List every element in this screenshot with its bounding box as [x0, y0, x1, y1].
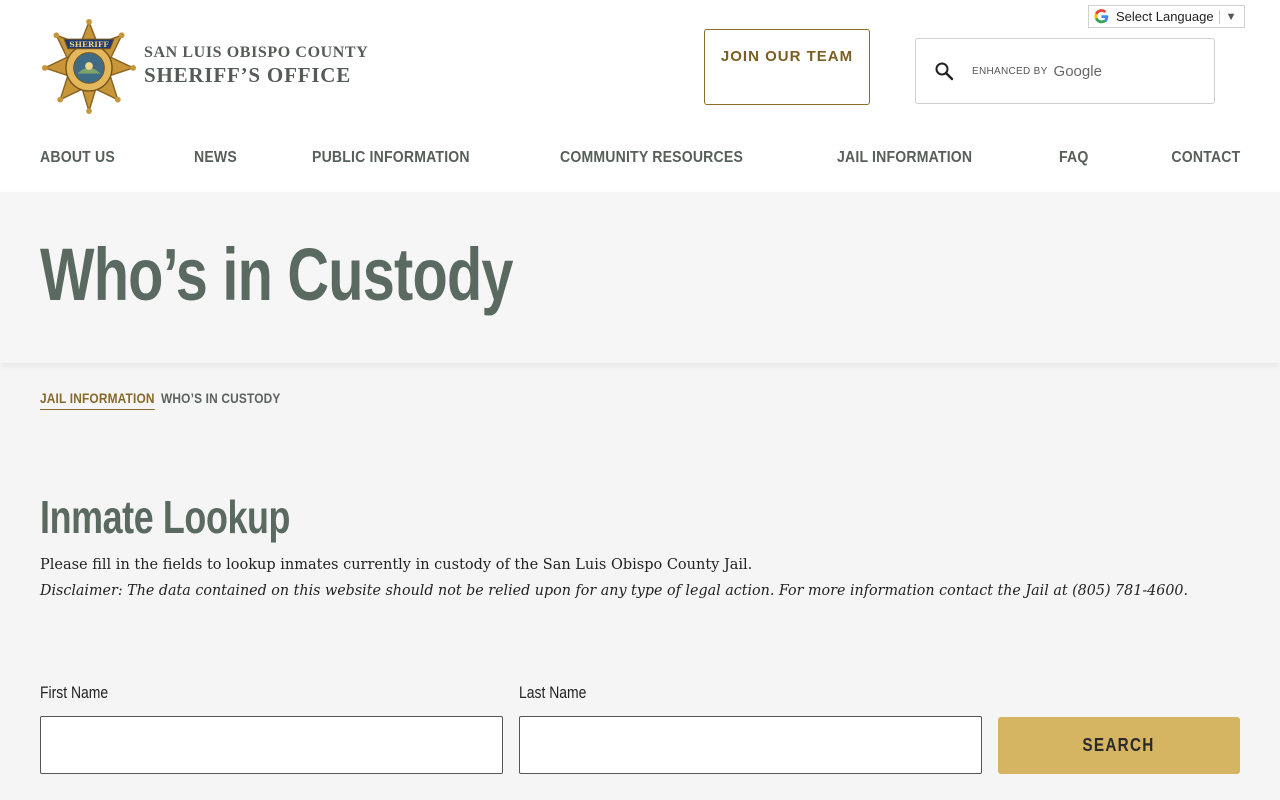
nav-item-news[interactable]: NEWS — [194, 149, 237, 167]
search-button-label: SEARCH — [1082, 735, 1156, 755]
search-icon — [935, 62, 954, 81]
last-name-input[interactable] — [519, 716, 982, 774]
lookup-disclaimer: Disclaimer: The data contained on this w… — [40, 583, 1189, 599]
page-hero: Who’s in Custody — [0, 192, 1280, 363]
nav-item-community-resources[interactable]: COMMUNITY RESOURCES — [560, 149, 743, 167]
logo-text: SAN LUIS OBISPO COUNTY SHERIFF’S OFFICE — [144, 44, 368, 88]
join-our-team-button[interactable]: JOIN OUR TEAM — [704, 29, 870, 105]
nav-item-faq[interactable]: FAQ — [1059, 149, 1088, 167]
breadcrumb-current: WHO’S IN CUSTODY — [160, 390, 281, 406]
page-title: Who’s in Custody — [40, 233, 514, 316]
language-divider — [1218, 9, 1220, 24]
sheriff-badge-icon: SHERIFF — [41, 18, 137, 114]
nav-item-jail-information[interactable]: JAIL INFORMATION — [837, 149, 972, 167]
nav-item-about-us[interactable]: ABOUT US — [40, 149, 115, 167]
first-name-label: First Name — [40, 683, 109, 702]
site-logo[interactable]: SHERIFF SAN LUIS OBISPO COUNTY SHERIFF’S… — [40, 18, 380, 114]
search-button[interactable]: SEARCH — [998, 717, 1240, 774]
dropdown-arrow-icon: ▼ — [1225, 10, 1237, 23]
site-search[interactable]: ENHANCED BY Google — [915, 38, 1215, 104]
logo-county: SAN LUIS OBISPO COUNTY — [144, 44, 369, 61]
svg-text:SHERIFF: SHERIFF — [69, 40, 109, 49]
logo-office: SHERIFF’S OFFICE — [144, 63, 352, 87]
breadcrumb: JAIL INFORMATION WHO’S IN CUSTODY — [40, 390, 302, 410]
nav-item-public-information[interactable]: PUBLIC INFORMATION — [312, 149, 470, 167]
last-name-label: Last Name — [519, 683, 587, 702]
language-label: Select Language — [1116, 9, 1214, 24]
nav-item-contact[interactable]: CONTACT — [1171, 149, 1240, 167]
inmate-lookup-title: Inmate Lookup — [40, 491, 291, 543]
google-wordmark: Google — [1053, 62, 1102, 80]
lookup-intro-text: Please fill in the fields to lookup inma… — [40, 557, 753, 573]
breadcrumb-link-jail-information[interactable]: JAIL INFORMATION — [40, 390, 155, 410]
site-header: SHERIFF SAN LUIS OBISPO COUNTY SHERIFF’S… — [0, 0, 1280, 192]
google-g-icon — [1094, 9, 1109, 24]
first-name-input[interactable] — [40, 716, 503, 774]
enhanced-by-label: ENHANCED BY — [972, 65, 1048, 77]
main-nav: ABOUT US NEWS PUBLIC INFORMATION COMMUNI… — [40, 143, 1240, 173]
language-selector[interactable]: Select Language ▼ — [1088, 5, 1245, 28]
